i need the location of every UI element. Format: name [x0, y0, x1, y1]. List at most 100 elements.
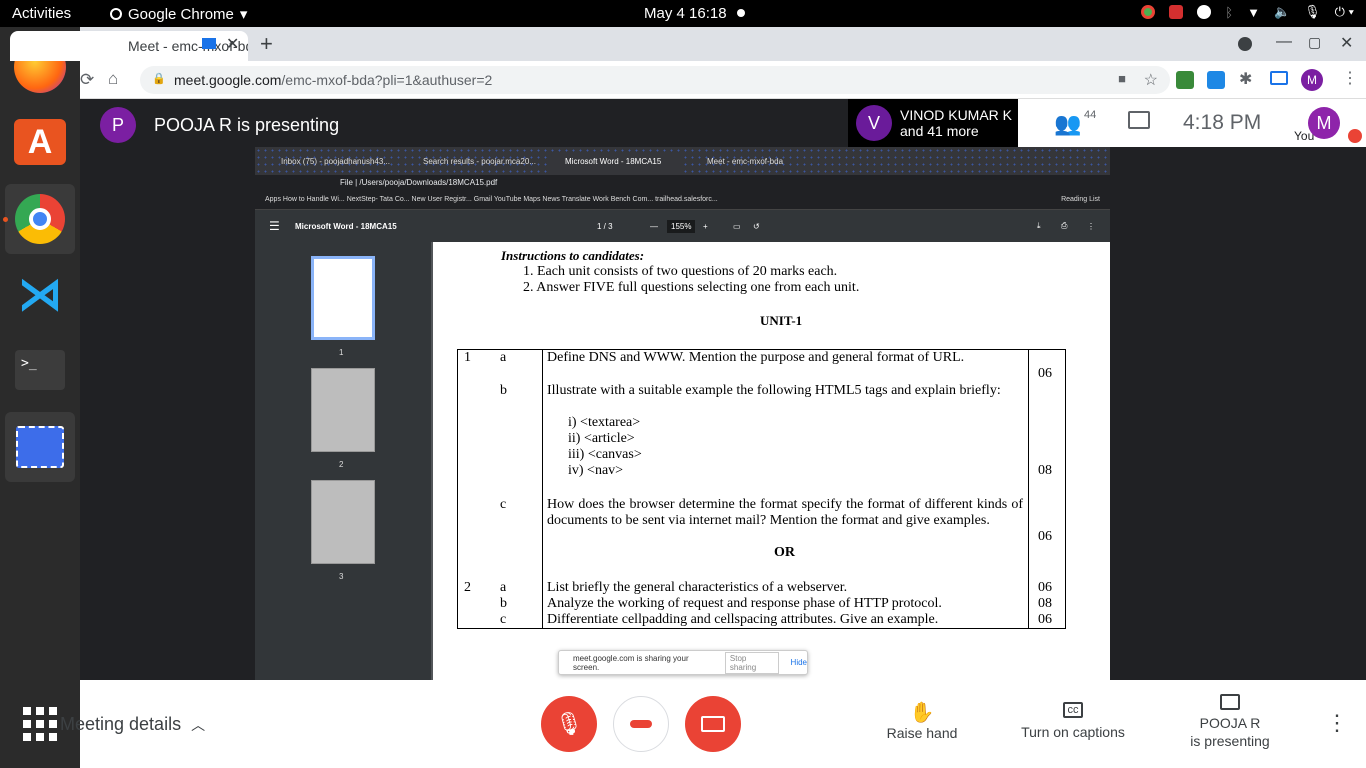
question-letter: b	[500, 383, 507, 398]
participant-tile[interactable]: V VINOD KUMAR K and 41 more	[848, 99, 1018, 147]
power-icon: ⏻ ▾	[1334, 4, 1354, 19]
omnibox[interactable]: 🔒 meet.google.com/emc-mxof-bda?pli=1&aut…	[140, 66, 1170, 94]
hide-button[interactable]: Hide	[791, 658, 807, 667]
extensions-icon[interactable]: ✱	[1239, 69, 1252, 89]
raise-hand-button[interactable]: ✋ Raise hand	[872, 700, 972, 741]
sharing-notice: meet.google.com is sharing your screen. …	[558, 650, 808, 675]
shared-tab-search: Search results - poojar.mca20...	[423, 157, 536, 166]
sharing-text: meet.google.com is sharing your screen.	[573, 653, 689, 672]
notification-dot	[737, 9, 745, 17]
meet-time: 4:18 PM	[1183, 111, 1262, 134]
system-tray[interactable]: ᛒ ▼ 🔈 🎙 ⏻ ▾	[1141, 4, 1354, 20]
presenting-name: POOJA R	[1199, 715, 1261, 731]
presenter-avatar: P	[100, 107, 136, 143]
marks: 08	[1038, 596, 1052, 611]
shared-bookmarks: Apps How to Handle Wi... NextStep- Tata …	[255, 192, 1110, 210]
question-number: 1	[464, 350, 471, 365]
minimize-button[interactable]: —	[1276, 33, 1292, 51]
pdf-page: Instructions to candidates: 1. Each unit…	[433, 242, 1110, 680]
pdf-page-indicator: 1 / 3	[597, 221, 613, 231]
shared-tab-strip: Inbox (75) - poojadhanush43... Search re…	[255, 147, 1110, 175]
screenshot-icon[interactable]	[5, 412, 75, 482]
question-1b: Illustrate with a suitable example the f…	[547, 383, 1001, 398]
camera-toggle-button[interactable]	[685, 696, 741, 752]
activities-button[interactable]: Activities	[12, 5, 71, 22]
pdf-more-icon: ⋮	[1087, 221, 1095, 231]
mic-icon: 🎙	[1304, 4, 1321, 19]
close-window-button[interactable]: ✕	[1340, 33, 1353, 53]
self-avatar[interactable]: M	[1308, 107, 1340, 139]
extension-1-icon[interactable]	[1176, 71, 1194, 89]
question-number: 2	[464, 580, 471, 595]
pdf-zoom: 155%	[667, 219, 696, 233]
shared-bookmarks-list: Apps How to Handle Wi... NextStep- Tata …	[265, 196, 718, 203]
pdf-zoom-in-icon: +	[703, 221, 708, 231]
mic-off-icon: 🎙	[555, 711, 583, 736]
leave-call-button[interactable]	[613, 696, 669, 752]
software-center-icon[interactable]: A	[5, 107, 75, 177]
people-icon[interactable]: 👥	[1054, 111, 1081, 137]
present-icon	[1220, 694, 1240, 710]
chrome-small-icon	[110, 8, 122, 20]
chrome-menu-icon[interactable]: ⋮	[1342, 68, 1358, 88]
pdf-thumb-2	[311, 368, 375, 452]
table-divider	[542, 350, 543, 628]
star-icon[interactable]: ☆	[1144, 70, 1158, 90]
shared-address-bar: File | /Users/pooja/Downloads/18MCA15.pd…	[255, 175, 1110, 192]
question-letter: b	[500, 596, 507, 611]
list-item: iii) <canvas>	[568, 447, 642, 462]
tab-close-icon[interactable]: ✕	[226, 34, 239, 54]
meeting-details-label: Meeting details	[60, 714, 182, 734]
table-divider	[1028, 350, 1029, 628]
cast-icon[interactable]	[1270, 71, 1288, 85]
vscode-icon[interactable]: ⋊	[5, 259, 75, 329]
bluetooth-icon: ᛒ	[1225, 4, 1234, 20]
stop-sharing-button[interactable]: Stop sharing	[724, 651, 779, 674]
question-1a: Define DNS and WWW. Mention the purpose …	[547, 350, 965, 365]
shared-address: File | /Users/pooja/Downloads/18MCA15.pd…	[340, 178, 498, 187]
meet-header-controls: 👥 44 4:18 PM You M	[1018, 99, 1366, 147]
maximize-button[interactable]: ▢	[1308, 34, 1321, 51]
chrome-dock-icon[interactable]	[5, 184, 75, 254]
tab-search-icon[interactable]	[1238, 37, 1252, 51]
pdf-fit-icon: ▭	[733, 221, 741, 231]
camera-icon[interactable]: ■	[1118, 71, 1126, 86]
pdf-viewer: 1 2 3 Instructions to candidates: 1. Eac…	[255, 242, 1110, 680]
question-1c: How does the browser determine the forma…	[547, 497, 1023, 528]
terminal-icon[interactable]: >_	[5, 335, 75, 405]
shared-tab-meet: Meet - emc-mxof-bda	[707, 157, 784, 166]
meeting-details-button[interactable]: Meeting details ︿	[60, 714, 205, 735]
chevron-up-icon: ︿	[191, 716, 206, 733]
more-options-icon[interactable]: ⋮	[1326, 710, 1348, 736]
mic-toggle-button[interactable]: 🎙	[541, 696, 597, 752]
question-2a: List briefly the general characteristics…	[547, 580, 848, 595]
gmail-tray-icon	[1169, 5, 1184, 19]
new-tab-button[interactable]: +	[260, 31, 273, 57]
profile-avatar[interactable]: M	[1301, 69, 1323, 91]
muted-mic-icon	[1348, 129, 1362, 143]
system-clock[interactable]: May 4 16:18	[644, 5, 727, 22]
instructions-heading: Instructions to candidates:	[501, 248, 645, 263]
home-icon[interactable]: ⌂	[108, 69, 118, 89]
pdf-menu-icon: ☰	[269, 219, 280, 233]
app-menu-label: Google Chrome	[128, 5, 234, 23]
pdf-thumb-label: 2	[339, 460, 344, 469]
list-item: i) <textarea>	[568, 415, 641, 430]
chat-icon[interactable]	[1128, 111, 1150, 129]
present-button[interactable]: POOJA R is presenting	[1175, 694, 1285, 750]
pdf-thumb-label: 1	[339, 348, 344, 357]
pdf-thumb-3	[311, 480, 375, 564]
tab-recording-icon	[202, 38, 216, 49]
question-2b: Analyze the working of request and respo…	[547, 596, 942, 611]
extension-2-icon[interactable]	[1207, 71, 1225, 89]
captions-button[interactable]: cc Turn on captions	[1010, 700, 1136, 740]
marks: 06	[1038, 529, 1052, 544]
unit-heading: UNIT-1	[760, 313, 803, 328]
pdf-download-icon: ⤓	[1037, 221, 1041, 230]
participant-more: and 41 more	[900, 123, 979, 139]
pdf-thumbnails: 1 2 3	[255, 242, 431, 680]
participant-name: VINOD KUMAR K	[900, 107, 1013, 123]
reload-icon[interactable]: ⟳	[80, 70, 94, 90]
app-menu[interactable]: Google Chrome ▾	[110, 5, 247, 23]
lock-icon: 🔒	[152, 73, 166, 85]
